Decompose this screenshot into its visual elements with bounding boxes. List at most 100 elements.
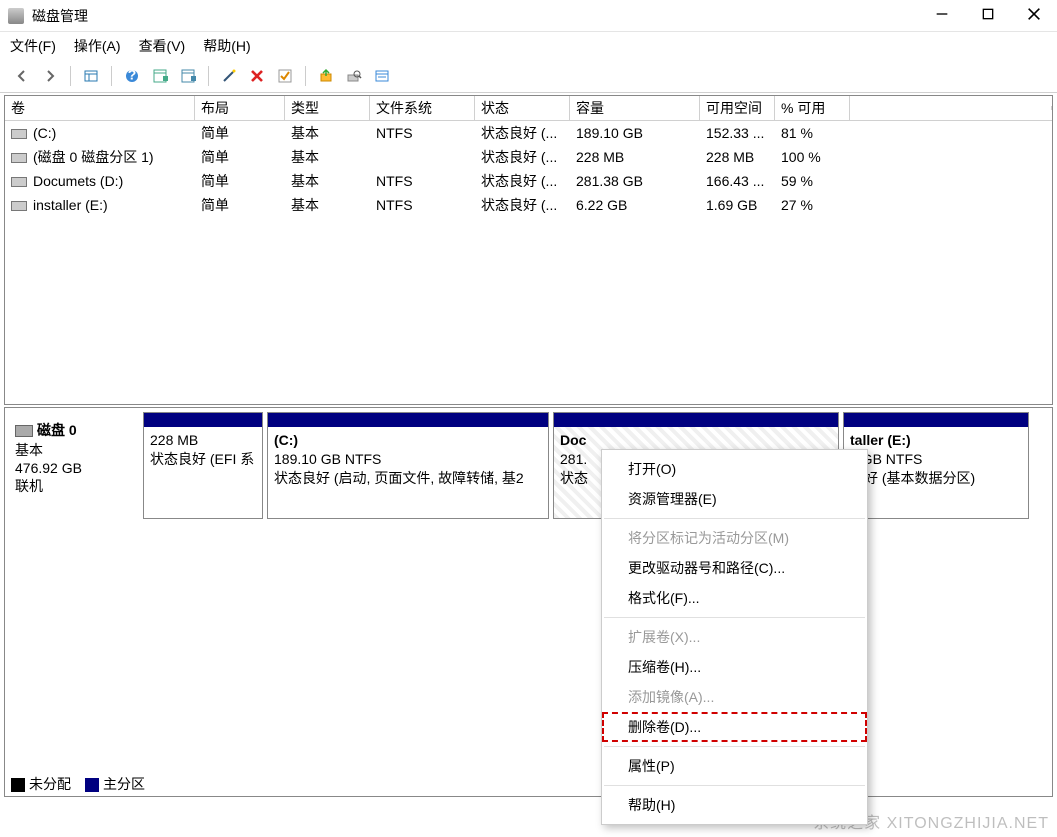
help-icon: ? (124, 68, 140, 84)
volume-cell: NTFS (370, 172, 475, 190)
volume-cell: 状态良好 (... (475, 170, 570, 192)
detach-vhd-button[interactable] (342, 64, 366, 88)
partition-bar (844, 413, 1028, 427)
ctx-help[interactable]: 帮助(H) (602, 790, 867, 820)
arrow-left-icon (14, 68, 30, 84)
volume-cell: Documets (D:) (5, 172, 195, 190)
ctx-divider (604, 617, 865, 618)
volume-cell: 281.38 GB (570, 172, 700, 190)
menu-action[interactable]: 操作(A) (74, 36, 121, 56)
volume-row[interactable]: (磁盘 0 磁盘分区 1)简单基本状态良好 (...228 MB228 MB10… (5, 145, 1052, 169)
volume-cell (850, 132, 1052, 134)
panel-toggle-button[interactable] (79, 64, 103, 88)
partition-bar (144, 413, 262, 427)
ctx-divider (604, 746, 865, 747)
disk-kind: 基本 (15, 440, 133, 460)
ctx-shrink[interactable]: 压缩卷(H)... (602, 652, 867, 682)
partition[interactable]: taller (E:) 2 GB NTFS 良好 (基本数据分区) (843, 412, 1029, 519)
menu-help[interactable]: 帮助(H) (203, 36, 250, 56)
volume-cell: 简单 (195, 194, 285, 216)
col-status[interactable]: 状态 (475, 96, 570, 120)
volume-cell: 状态良好 (... (475, 194, 570, 216)
minimize-icon (934, 6, 950, 22)
partition-body: taller (E:) 2 GB NTFS 良好 (基本数据分区) (844, 427, 1028, 518)
ctx-divider (604, 785, 865, 786)
partition-body: 228 MB 状态良好 (EFI 系 (144, 427, 262, 518)
forward-button[interactable] (38, 64, 62, 88)
disk-size: 476.92 GB (15, 460, 133, 476)
ctx-explorer[interactable]: 资源管理器(E) (602, 484, 867, 514)
col-layout[interactable]: 布局 (195, 96, 285, 120)
partition-name: taller (E:) (850, 431, 1022, 450)
volume-icon (11, 129, 27, 139)
maximize-button[interactable] (965, 0, 1011, 31)
svg-text:?: ? (128, 68, 137, 83)
panel-icon (83, 68, 99, 84)
col-type[interactable]: 类型 (285, 96, 370, 120)
ctx-change-letter[interactable]: 更改驱动器号和路径(C)... (602, 553, 867, 583)
volume-cell: 状态良好 (... (475, 122, 570, 144)
col-free[interactable]: 可用空间 (700, 96, 775, 120)
ctx-delete-volume[interactable]: 删除卷(D)... (602, 712, 867, 742)
volume-cell: 简单 (195, 170, 285, 192)
rescan-button[interactable] (217, 64, 241, 88)
volume-row[interactable]: (C:)简单基本NTFS状态良好 (...189.10 GB152.33 ...… (5, 121, 1052, 145)
toolbar: ? (0, 60, 1057, 93)
window-controls (919, 0, 1057, 31)
x-red-icon (249, 68, 265, 84)
volume-row[interactable]: installer (E:)简单基本NTFS状态良好 (...6.22 GB1.… (5, 193, 1052, 217)
disk-graphical-panel: 磁盘 0 基本 476.92 GB 联机 228 MB 状态良好 (EFI 系 … (4, 407, 1053, 797)
menubar: 文件(F) 操作(A) 查看(V) 帮助(H) (0, 32, 1057, 60)
menu-view[interactable]: 查看(V) (139, 36, 186, 56)
volume-cell: 基本 (285, 122, 370, 144)
col-pctfree[interactable]: % 可用 (775, 96, 850, 120)
disk-online: 联机 (15, 476, 133, 496)
ctx-mark-active: 将分区标记为活动分区(M) (602, 523, 867, 553)
close-icon (1026, 6, 1042, 22)
volume-icon (11, 201, 27, 211)
volume-cell: 59 % (775, 172, 850, 190)
partition-body: (C:) 189.10 GB NTFS 状态良好 (启动, 页面文件, 故障转储… (268, 427, 548, 518)
volume-list-panel: 卷 布局 类型 文件系统 状态 容量 可用空间 % 可用 (C:)简单基本NTF… (4, 95, 1053, 405)
partition[interactable]: (C:) 189.10 GB NTFS 状态良好 (启动, 页面文件, 故障转储… (267, 412, 549, 519)
partition-name: Doc (560, 431, 832, 450)
show-graphical-button[interactable] (176, 64, 200, 88)
minimize-button[interactable] (919, 0, 965, 31)
volume-cell: (磁盘 0 磁盘分区 1) (5, 146, 195, 168)
volume-cell (370, 156, 475, 158)
volume-cell: 简单 (195, 122, 285, 144)
disk-row: 磁盘 0 基本 476.92 GB 联机 228 MB 状态良好 (EFI 系 … (5, 408, 1052, 523)
volume-row[interactable]: Documets (D:)简单基本NTFS状态良好 (...281.38 GB1… (5, 169, 1052, 193)
attach-vhd-button[interactable] (314, 64, 338, 88)
context-menu: 打开(O) 资源管理器(E) 将分区标记为活动分区(M) 更改驱动器号和路径(C… (601, 449, 868, 825)
volume-cell: 100 % (775, 148, 850, 166)
menu-file[interactable]: 文件(F) (10, 36, 56, 56)
show-list-button[interactable] (148, 64, 172, 88)
properties-toolbar-button[interactable] (370, 64, 394, 88)
partition-bar (554, 413, 838, 427)
help-button[interactable]: ? (120, 64, 144, 88)
properties-icon (374, 68, 390, 84)
volume-cell (850, 180, 1052, 182)
volume-cell: 基本 (285, 146, 370, 168)
check-button[interactable] (273, 64, 297, 88)
partition-size: 228 MB (150, 431, 256, 450)
ctx-open[interactable]: 打开(O) (602, 454, 867, 484)
partition[interactable]: 228 MB 状态良好 (EFI 系 (143, 412, 263, 519)
col-fs[interactable]: 文件系统 (370, 96, 475, 120)
volume-cell: 166.43 ... (700, 172, 775, 190)
ctx-format[interactable]: 格式化(F)... (602, 583, 867, 613)
volume-icon (11, 177, 27, 187)
partitions-container: 228 MB 状态良好 (EFI 系 (C:) 189.10 GB NTFS 状… (143, 412, 1048, 519)
toolbar-separator (111, 66, 112, 86)
volume-cell: 简单 (195, 146, 285, 168)
ctx-properties[interactable]: 属性(P) (602, 751, 867, 781)
close-button[interactable] (1011, 0, 1057, 31)
disk-info[interactable]: 磁盘 0 基本 476.92 GB 联机 (9, 412, 139, 519)
disk-label: 磁盘 0 (37, 422, 77, 438)
back-button[interactable] (10, 64, 34, 88)
delete-button[interactable] (245, 64, 269, 88)
volume-cell: 1.69 GB (700, 196, 775, 214)
col-volume[interactable]: 卷 (5, 96, 195, 120)
col-capacity[interactable]: 容量 (570, 96, 700, 120)
